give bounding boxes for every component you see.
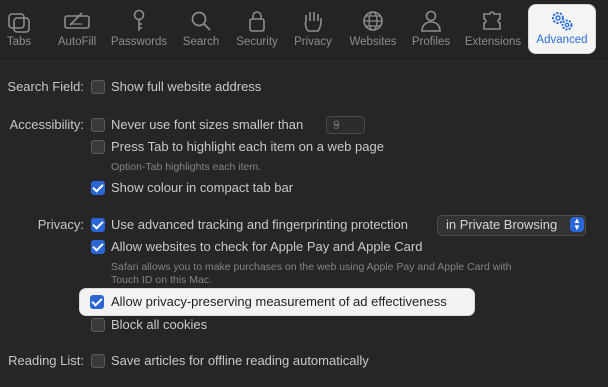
block-cookies-checkbox[interactable] bbox=[91, 318, 105, 332]
press-tab-hint: Option-Tab highlights each item. bbox=[111, 161, 261, 173]
show-colour-checkbox[interactable] bbox=[91, 181, 105, 195]
tracking-protection-text: Use advanced tracking and fingerprinting… bbox=[111, 217, 409, 232]
tab-advanced-label: Advanced bbox=[536, 34, 588, 46]
font-size-text: Never use font sizes smaller than bbox=[111, 117, 304, 132]
press-tab-text: Press Tab to highlight each item on a we… bbox=[111, 139, 384, 154]
offline-reading-checkbox[interactable] bbox=[91, 354, 105, 368]
ad-measurement-checkbox[interactable] bbox=[90, 295, 104, 309]
offline-reading-text: Save articles for offline reading automa… bbox=[111, 353, 369, 368]
tab-security-label: Security bbox=[236, 36, 278, 48]
chevron-down-icon: ⌄ bbox=[333, 118, 342, 129]
tab-extensions-label: Extensions bbox=[464, 36, 522, 48]
tab-advanced[interactable]: Advanced bbox=[529, 5, 595, 53]
tab-profiles-label: Profiles bbox=[411, 36, 451, 48]
tracking-scope-select[interactable]: in Private Browsing ▲ ▼ bbox=[437, 215, 586, 236]
tab-tabs-label: Tabs bbox=[6, 36, 32, 48]
show-colour-text: Show colour in compact tab bar bbox=[111, 180, 294, 195]
autofill-icon bbox=[64, 12, 90, 29]
tab-search[interactable]: Search bbox=[178, 0, 224, 58]
hand-icon bbox=[304, 12, 322, 32]
font-size-checkbox[interactable] bbox=[91, 118, 105, 132]
tab-websites[interactable]: Websites bbox=[344, 0, 402, 58]
tabs-icon bbox=[8, 13, 30, 33]
tracking-scope-value: in Private Browsing bbox=[446, 217, 558, 232]
puzzle-icon bbox=[483, 11, 501, 30]
tab-extensions[interactable]: Extensions bbox=[462, 0, 524, 58]
ad-measurement-highlight: Allow privacy-preserving measurement of … bbox=[80, 289, 474, 315]
search-field-label: Search Field: bbox=[7, 79, 84, 94]
tab-autofill[interactable]: AutoFill bbox=[52, 0, 102, 58]
globe-icon bbox=[363, 11, 383, 31]
privacy-label: Privacy: bbox=[37, 217, 84, 232]
tab-privacy-label: Privacy bbox=[294, 36, 332, 48]
tab-security[interactable]: Security bbox=[232, 0, 282, 58]
tab-profiles[interactable]: Profiles bbox=[408, 0, 454, 58]
tab-tabs[interactable]: Tabs bbox=[0, 0, 38, 58]
updown-chevron-icon: ▲ ▼ bbox=[570, 217, 584, 232]
tab-websites-label: Websites bbox=[349, 36, 397, 48]
tab-autofill-label: AutoFill bbox=[57, 36, 97, 48]
tab-privacy[interactable]: Privacy bbox=[290, 0, 336, 58]
show-full-address-text: Show full website address bbox=[111, 79, 262, 94]
person-icon bbox=[421, 10, 441, 32]
apple-pay-hint-line1: Safari allows you to make purchases on t… bbox=[111, 261, 512, 273]
apple-pay-hint-line2: Touch ID on this Mac. bbox=[111, 274, 212, 286]
apple-pay-text: Allow websites to check for Apple Pay an… bbox=[111, 239, 423, 254]
preferences-toolbar: Tabs AutoFill Passwords Search Security … bbox=[0, 0, 608, 59]
press-tab-checkbox[interactable] bbox=[91, 140, 105, 154]
tab-search-label: Search bbox=[182, 36, 220, 48]
accessibility-label: Accessibility: bbox=[9, 117, 84, 132]
tab-passwords[interactable]: Passwords bbox=[106, 0, 172, 58]
gears-icon bbox=[552, 12, 573, 31]
show-full-address-checkbox[interactable] bbox=[91, 80, 105, 94]
tracking-protection-checkbox[interactable] bbox=[91, 218, 105, 232]
apple-pay-checkbox[interactable] bbox=[91, 240, 105, 254]
reading-list-label: Reading List: bbox=[8, 353, 84, 368]
key-icon bbox=[133, 9, 145, 31]
block-cookies-text: Block all cookies bbox=[111, 317, 208, 332]
search-icon bbox=[191, 11, 211, 31]
font-size-select[interactable]: 9 ⌄ bbox=[326, 116, 365, 134]
lock-icon bbox=[249, 11, 265, 32]
tab-passwords-label: Passwords bbox=[110, 36, 168, 48]
ad-measurement-text: Allow privacy-preserving measurement of … bbox=[111, 294, 447, 309]
